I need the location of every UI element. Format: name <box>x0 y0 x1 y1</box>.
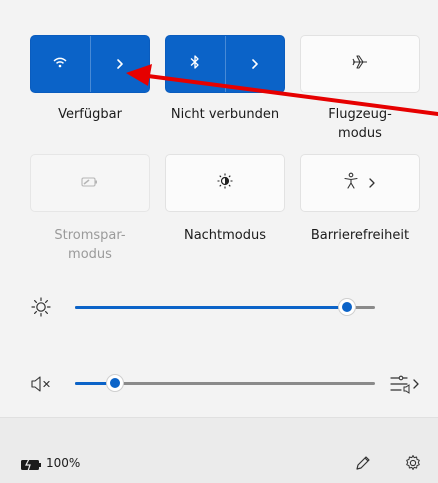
pencil-icon[interactable] <box>353 453 373 473</box>
battery-saver-icon <box>80 174 100 193</box>
status-bar: 100% <box>0 417 438 483</box>
wifi-expand-button[interactable] <box>90 36 149 92</box>
chevron-right-icon[interactable] <box>367 174 377 193</box>
battery-saver-label-line2: modus <box>68 247 112 262</box>
quick-settings-panel: Verfügbar Nicht verbunden Flugzeug- modu… <box>0 0 438 482</box>
night-light-tile[interactable] <box>165 154 285 212</box>
bluetooth-icon <box>188 54 202 74</box>
night-light-label: Nachtmodus <box>183 228 267 243</box>
wifi-tile[interactable] <box>30 35 150 93</box>
airplane-icon <box>350 54 370 74</box>
battery-saver-label: Stromspar- modus <box>25 226 155 264</box>
battery-saver-tile[interactable] <box>30 154 150 212</box>
wifi-label: Verfügbar <box>58 107 122 122</box>
bluetooth-tile[interactable] <box>165 35 285 93</box>
airplane-mode-label-line2: modus <box>338 126 382 141</box>
brightness-icon <box>30 296 52 318</box>
airplane-mode-label: Flugzeug- modus <box>295 105 425 143</box>
battery-saver-label-line1: Stromspar- <box>54 228 126 243</box>
accessibility-icon <box>343 172 359 194</box>
accessibility-tile[interactable] <box>300 154 420 212</box>
wifi-toggle[interactable] <box>31 36 90 92</box>
bluetooth-toggle[interactable] <box>166 36 225 92</box>
chevron-right-icon <box>114 55 126 74</box>
bluetooth-label: Nicht verbunden <box>170 107 280 122</box>
airplane-mode-label-line1: Flugzeug- <box>328 107 392 122</box>
brightness-slider-fill <box>75 306 347 309</box>
volume-slider-thumb[interactable] <box>106 374 124 392</box>
accessibility-label: Barrierefreiheit <box>310 228 410 243</box>
airplane-mode-tile[interactable] <box>300 35 420 93</box>
audio-output-icon[interactable] <box>388 372 422 396</box>
chevron-right-icon <box>249 55 261 74</box>
battery-charging-icon[interactable] <box>20 457 44 473</box>
brightness-slider-thumb[interactable] <box>338 298 356 316</box>
volume-muted-icon[interactable] <box>30 374 54 394</box>
bluetooth-expand-button[interactable] <box>225 36 284 92</box>
wifi-icon <box>52 54 68 74</box>
night-light-icon <box>216 172 234 194</box>
gear-icon[interactable] <box>403 453 423 473</box>
battery-percentage: 100% <box>46 456 81 470</box>
